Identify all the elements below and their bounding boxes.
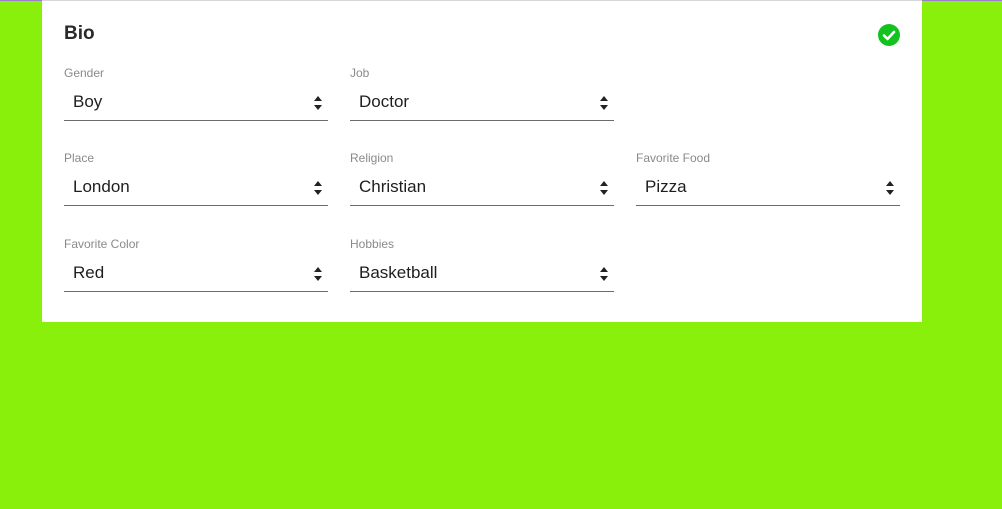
job-select[interactable]: Doctor [350, 88, 614, 121]
favorite-color-select[interactable]: Red [64, 259, 328, 292]
card-title: Bio [64, 23, 95, 44]
sort-arrows-icon [314, 95, 322, 111]
gender-select[interactable]: Boy [64, 88, 328, 121]
hobbies-value: Basketball [359, 263, 438, 282]
sort-arrows-icon [600, 95, 608, 111]
place-label: Place [64, 151, 95, 165]
sort-arrows-icon [886, 180, 894, 196]
place-value: London [73, 177, 130, 196]
sort-arrows-icon [314, 180, 322, 196]
hobbies-select[interactable]: Basketball [350, 259, 614, 292]
favorite-food-field: Favorite Food Pizza [636, 151, 900, 206]
sort-arrows-icon [600, 180, 608, 196]
check-circle-icon [878, 24, 900, 46]
place-select[interactable]: London [64, 173, 328, 206]
sort-arrows-icon [314, 266, 322, 282]
sort-arrows-icon [600, 266, 608, 282]
favorite-food-value: Pizza [645, 177, 687, 196]
favorite-food-select[interactable]: Pizza [636, 173, 900, 206]
favorite-color-value: Red [73, 263, 105, 282]
religion-value: Christian [359, 177, 427, 196]
religion-label: Religion [350, 151, 394, 165]
favorite-color-field: Favorite Color Red [64, 237, 328, 292]
job-value: Doctor [359, 92, 410, 111]
religion-field: Religion Christian [350, 151, 614, 206]
religion-select[interactable]: Christian [350, 173, 614, 206]
gender-value: Boy [73, 92, 103, 111]
gender-field: Gender Boy [64, 66, 328, 121]
job-field: Job Doctor [350, 66, 614, 121]
job-label: Job [350, 66, 370, 80]
gender-label: Gender [64, 66, 105, 80]
hobbies-label: Hobbies [350, 237, 395, 251]
favorite-food-label: Favorite Food [636, 151, 711, 165]
bio-card: Bio Gender Boy Job Doctor Place London R… [42, 0, 922, 322]
favorite-color-label: Favorite Color [64, 237, 140, 251]
hobbies-field: Hobbies Basketball [350, 237, 614, 292]
place-field: Place London [64, 151, 328, 206]
